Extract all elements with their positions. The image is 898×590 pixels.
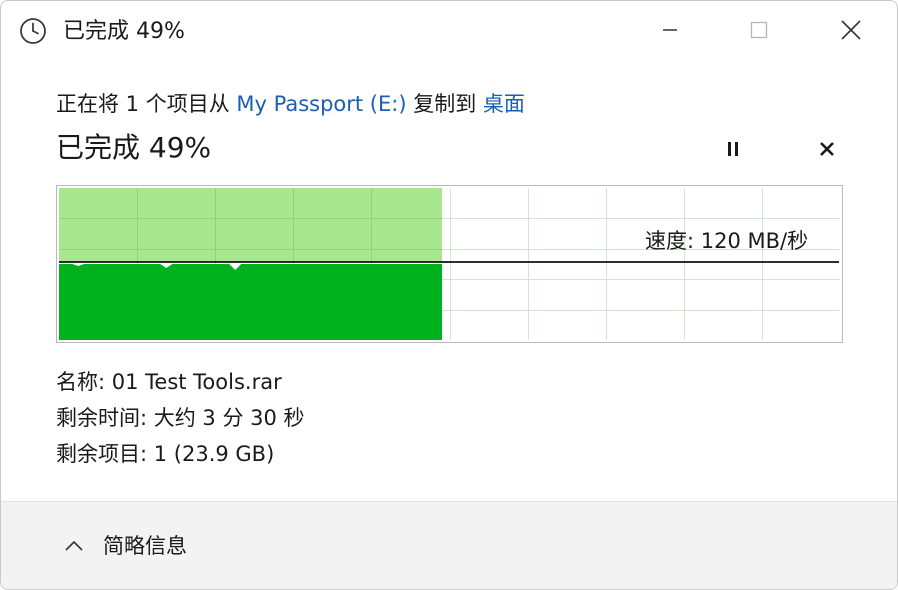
speed-label: 速度: 120 MB/秒 (645, 229, 809, 253)
destination-link[interactable]: 桌面 (483, 92, 525, 116)
minimize-icon (660, 20, 680, 44)
title-bar: 已完成 49% (1, 1, 897, 63)
minimize-button[interactable] (646, 13, 694, 51)
source-link[interactable]: My Passport (E:) (236, 92, 406, 116)
chevron-up-icon (63, 535, 85, 557)
progress-fill-light (59, 188, 442, 262)
maximize-icon (749, 20, 769, 44)
window-title: 已完成 49% (63, 19, 185, 44)
items-remaining: 剩余项目: 1 (23.9 GB) (56, 442, 275, 466)
copy-middle-text: 复制到 (406, 92, 483, 116)
transfer-speed-graph (56, 185, 843, 343)
time-remaining: 剩余时间: 大约 3 分 30 秒 (56, 406, 305, 430)
maximize-button[interactable] (735, 13, 783, 51)
cancel-copy-button[interactable] (811, 135, 843, 167)
speed-graph-canvas (56, 185, 843, 343)
close-button[interactable] (827, 13, 875, 51)
cancel-icon (818, 140, 836, 162)
progress-heading: 已完成 49% (56, 131, 212, 164)
copy-description: 正在将 1 个项目从 My Passport (E:) 复制到 桌面 (56, 89, 525, 119)
copy-progress-dialog: 已完成 49% 正在将 1 个项目从 My Passport (E:) 复制到 … (0, 0, 898, 590)
pause-button[interactable] (717, 135, 749, 167)
pause-icon (724, 140, 742, 162)
speed-area (59, 264, 442, 340)
fewer-details-label: 简略信息 (103, 534, 187, 558)
close-icon (840, 19, 862, 45)
file-name: 名称: 01 Test Tools.rar (56, 370, 282, 394)
copy-prefix-text: 正在将 1 个项目从 (56, 92, 237, 116)
fewer-details-toggle[interactable]: 简略信息 (63, 531, 187, 561)
clock-icon (19, 17, 47, 45)
